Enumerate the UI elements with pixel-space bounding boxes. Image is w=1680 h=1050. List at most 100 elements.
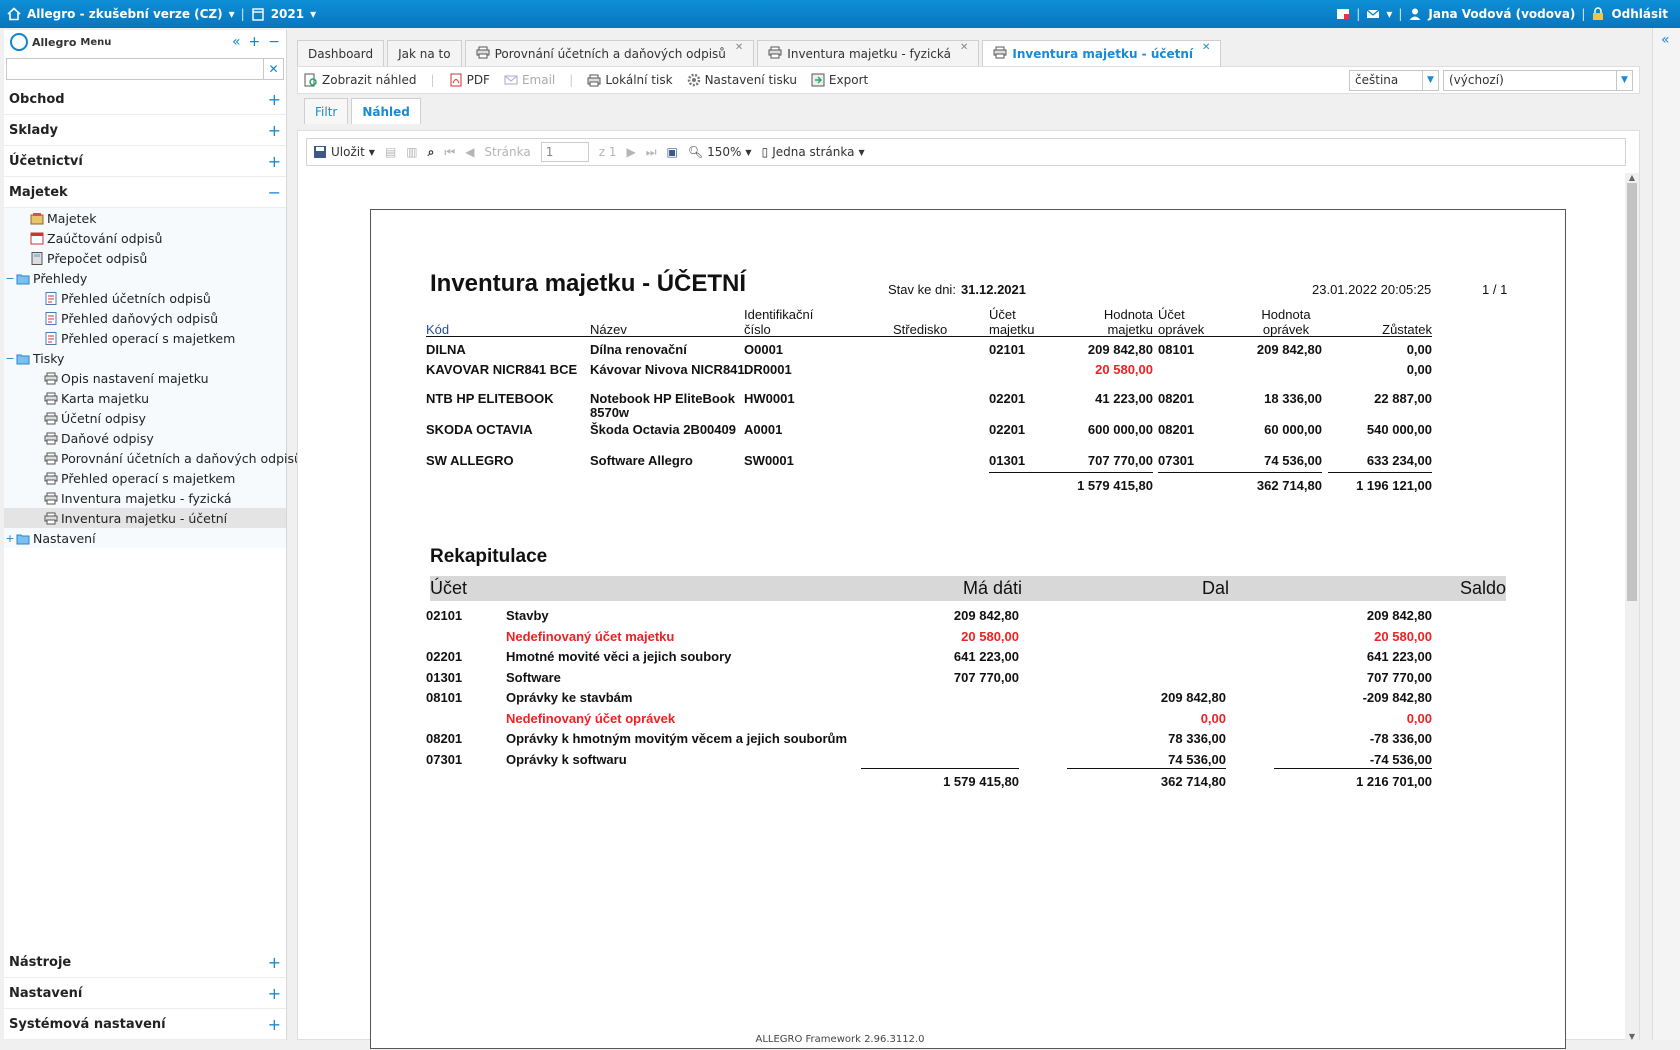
expand-all-icon[interactable]: + bbox=[249, 34, 261, 50]
cell-depreciation: 18 336,00 bbox=[1264, 391, 1322, 406]
page-label: Stránka bbox=[484, 145, 531, 159]
collapse-icon[interactable]: − bbox=[268, 183, 281, 202]
mail-icon[interactable] bbox=[1366, 7, 1380, 21]
tree-item[interactable]: Přehled operací s majetkem bbox=[4, 328, 286, 348]
chevron-down-icon[interactable]: ▾ bbox=[229, 7, 235, 21]
page-number-input[interactable]: 1 bbox=[540, 142, 589, 162]
collapse-icon[interactable]: − bbox=[4, 272, 16, 285]
cell-code: KAVOVAR NICR841 BCE bbox=[426, 362, 578, 377]
local-print-button[interactable]: Lokální tisk bbox=[587, 73, 673, 87]
tree-item[interactable]: + Nastavení bbox=[4, 528, 286, 548]
sidebar-search-input[interactable] bbox=[6, 58, 264, 80]
save-button[interactable]: Uložit ▼ bbox=[313, 145, 375, 159]
tree-item[interactable]: Přepočet odpisů bbox=[4, 248, 286, 268]
export-button[interactable]: Export bbox=[811, 73, 868, 87]
close-icon[interactable]: ✕ bbox=[1202, 42, 1210, 53]
expand-icon[interactable]: + bbox=[268, 984, 281, 1003]
tree-item[interactable]: Inventura majetku - účetní bbox=[4, 508, 286, 528]
expand-icon[interactable]: + bbox=[4, 532, 16, 545]
zoom-select[interactable]: 🔍︎ 150% ▼ bbox=[688, 145, 752, 159]
sidebar-section-účetnictví[interactable]: Účetnictví + bbox=[4, 146, 286, 177]
tree-item[interactable]: Účetní odpisy bbox=[4, 408, 286, 428]
tab-inventura-majetku-fyzick-[interactable]: Inventura majetku - fyzická ✕ bbox=[757, 40, 980, 66]
prev-page-icon[interactable]: ◀ bbox=[465, 145, 474, 159]
cell-name: Škoda Octavia 2B00409 bbox=[590, 422, 736, 437]
allegro-logo bbox=[10, 33, 28, 51]
close-icon[interactable]: ✕ bbox=[960, 42, 968, 53]
tree-item[interactable]: Přehled operací s majetkem bbox=[4, 468, 286, 488]
tree-item[interactable]: − Přehledy bbox=[4, 268, 286, 288]
chevron-down-icon[interactable]: ▾ bbox=[1386, 7, 1392, 21]
scrollbar-thumb[interactable] bbox=[1627, 183, 1637, 601]
year-selector[interactable]: 2021 bbox=[271, 7, 304, 21]
report-datetime: 23.01.2022 20:05:25 bbox=[1312, 282, 1432, 297]
logout-button[interactable]: Odhlásit bbox=[1611, 7, 1668, 21]
col-header-balance: Zůstatek bbox=[1382, 322, 1432, 337]
expand-icon[interactable]: + bbox=[268, 90, 281, 109]
viewer-scrollbar[interactable]: ▲ ▼ bbox=[1625, 173, 1639, 1041]
notification-icon[interactable] bbox=[1336, 7, 1350, 21]
tab-filter[interactable]: Filtr bbox=[304, 98, 349, 124]
scroll-up-icon[interactable]: ▲ bbox=[1625, 173, 1639, 182]
sidebar-section-majetek[interactable]: Majetek − bbox=[4, 177, 286, 208]
home-icon[interactable] bbox=[7, 7, 21, 21]
tree-item[interactable]: Přehled účetních odpisů bbox=[4, 288, 286, 308]
cell-value: 209 842,80 bbox=[1087, 342, 1153, 357]
email-button[interactable]: Email bbox=[504, 73, 555, 87]
tree-item[interactable]: − Tisky bbox=[4, 348, 286, 368]
cell-ident: O0001 bbox=[744, 342, 784, 357]
clear-search-icon[interactable]: ✕ bbox=[264, 58, 284, 80]
tab-preview[interactable]: Náhled bbox=[351, 98, 421, 124]
find-icon[interactable]: ⌕ bbox=[428, 145, 435, 160]
variant-select[interactable]: (výchozí) ▼ bbox=[1443, 69, 1633, 91]
tab-label: Inventura majetku - účetní bbox=[1012, 46, 1194, 61]
tree-item[interactable]: Opis nastavení majetku bbox=[4, 368, 286, 388]
pdf-button[interactable]: PDF bbox=[449, 73, 490, 87]
recap-header: Účet Má dáti Dal Saldo bbox=[430, 576, 1506, 601]
tab-dashboard[interactable]: Dashboard bbox=[297, 40, 385, 66]
tree-item[interactable]: Přehled daňových odpisů bbox=[4, 308, 286, 328]
user-name[interactable]: Jana Vodová (vodova) bbox=[1428, 7, 1575, 21]
first-page-icon[interactable]: ⏮ bbox=[444, 145, 455, 160]
chevron-down-icon[interactable]: ▾ bbox=[310, 7, 316, 21]
copy-icon[interactable]: ▤ bbox=[385, 145, 396, 159]
tree-item[interactable]: Majetek bbox=[4, 208, 286, 228]
tree-item[interactable]: Porovnání účetních a daňových odpisů bbox=[4, 448, 302, 468]
preview-button[interactable]: Zobrazit náhled bbox=[304, 73, 417, 87]
sidebar-section-nástroje[interactable]: Nástroje + bbox=[4, 947, 286, 978]
next-page-icon[interactable]: ▶ bbox=[626, 145, 635, 159]
viewer-toolbar: Uložit ▼ ▤ ▥ ⌕ ⏮ ◀ Stránka 1 z 1 ▶ ⏭ ▣ 🔍… bbox=[306, 138, 1626, 166]
tree-item[interactable]: Daňové odpisy bbox=[4, 428, 286, 448]
sidebar-section-nastavení[interactable]: Nastavení + bbox=[4, 978, 286, 1009]
expand-icon[interactable]: + bbox=[268, 953, 281, 972]
print-settings-button[interactable]: Nastavení tisku bbox=[687, 73, 797, 87]
sidebar-section-sklady[interactable]: Sklady + bbox=[4, 115, 286, 146]
tab-porovn-n-etn-ch-a-da-ov-ch-odpis-[interactable]: Porovnání účetních a daňových odpisů ✕ bbox=[464, 40, 755, 66]
tab-jak-na-to[interactable]: Jak na to bbox=[387, 40, 462, 66]
expand-right-panel-icon[interactable]: « bbox=[1661, 32, 1670, 48]
tree-item[interactable]: Zaúčtování odpisů bbox=[4, 228, 286, 248]
app-title[interactable]: Allegro - zkušební verze (CZ) bbox=[27, 7, 223, 21]
collapse-icon[interactable]: − bbox=[4, 352, 16, 365]
tree-item[interactable]: Inventura majetku - fyzická bbox=[4, 488, 286, 508]
tree-item[interactable]: Karta majetku bbox=[4, 388, 286, 408]
expand-icon[interactable]: + bbox=[268, 121, 281, 140]
printer-icon bbox=[44, 392, 58, 405]
chevron-down-icon: ▼ bbox=[368, 147, 375, 157]
paste-icon[interactable]: ▥ bbox=[406, 145, 417, 159]
chevron-down-icon[interactable]: ▼ bbox=[1616, 70, 1632, 90]
last-page-icon[interactable]: ⏭ bbox=[646, 145, 657, 160]
tree-item-label: Daňové odpisy bbox=[61, 430, 154, 446]
close-icon[interactable]: ✕ bbox=[735, 42, 743, 53]
chevron-down-icon[interactable]: ▼ bbox=[1422, 70, 1438, 90]
page-layout-select[interactable]: ▯ Jedna stránka ▼ bbox=[762, 145, 865, 159]
collapse-all-icon[interactable]: − bbox=[268, 34, 280, 50]
expand-icon[interactable]: + bbox=[268, 1015, 281, 1034]
collapse-sidebar-icon[interactable]: « bbox=[232, 34, 241, 50]
language-select[interactable]: čeština ▼ bbox=[1349, 69, 1439, 91]
expand-icon[interactable]: + bbox=[268, 152, 281, 171]
tab-inventura-majetku-etn-[interactable]: Inventura majetku - účetní ✕ bbox=[982, 40, 1222, 66]
fit-page-icon[interactable]: ▣ bbox=[667, 145, 678, 159]
sidebar-section-obchod[interactable]: Obchod + bbox=[4, 84, 286, 115]
recap-total-rule bbox=[861, 768, 1019, 769]
